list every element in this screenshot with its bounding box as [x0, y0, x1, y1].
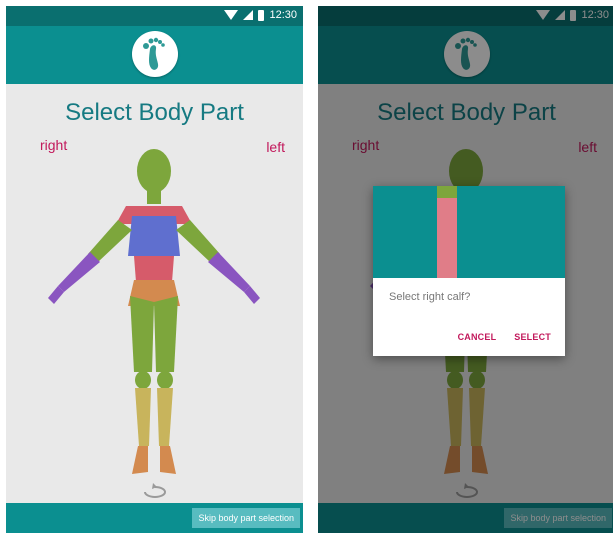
body-part-left-calf[interactable] — [157, 388, 173, 446]
body-part-left-thigh[interactable] — [154, 296, 178, 372]
body-part-abdomen[interactable] — [134, 256, 174, 282]
calf-preview-knee — [437, 186, 457, 198]
body-part-left-foot[interactable] — [160, 446, 176, 474]
confirm-dialog: Select right calf? CANCEL SELECT — [373, 186, 565, 356]
signal-icon — [243, 10, 254, 20]
body-part-left-forearm[interactable] — [208, 252, 250, 292]
dialog-actions: CANCEL SELECT — [458, 332, 551, 342]
body-part-chest[interactable] — [128, 216, 180, 256]
body-part-right-calf[interactable] — [135, 388, 151, 446]
calf-preview-highlight — [437, 186, 457, 278]
body-part-left-knee[interactable] — [157, 371, 173, 389]
status-icons: 12:30 — [224, 9, 297, 21]
dialog-preview-image — [373, 186, 565, 278]
body-part-neck[interactable] — [147, 190, 161, 204]
wifi-icon — [224, 10, 239, 20]
bottom-bar: Skip body part selection — [6, 503, 303, 533]
body-part-right-upper-arm[interactable] — [88, 220, 132, 262]
body-part-right-thigh[interactable] — [130, 296, 154, 372]
battery-icon — [258, 9, 265, 21]
select-button[interactable]: SELECT — [514, 332, 551, 342]
dialog-message: Select right calf? — [389, 291, 471, 303]
body-part-head[interactable] — [137, 149, 171, 193]
footprint-logo-icon — [131, 31, 178, 77]
cancel-button[interactable]: CANCEL — [458, 332, 497, 342]
body-part-right-forearm[interactable] — [58, 252, 100, 292]
body-part-left-upper-arm[interactable] — [176, 220, 220, 262]
body-part-right-foot[interactable] — [132, 446, 148, 474]
skip-body-part-selection-button[interactable]: Skip body part selection — [192, 508, 300, 528]
phone-screen-select-body-part: 12:30 Select Body Part right left Skip b… — [6, 6, 303, 533]
rotate-icon[interactable] — [141, 482, 169, 500]
status-time: 12:30 — [269, 9, 297, 21]
body-part-right-knee[interactable] — [135, 371, 151, 389]
app-bar — [6, 26, 303, 84]
page-title: Select Body Part — [65, 99, 244, 126]
phone-screen-confirm-dialog: 12:30 Select Body Part right left Skip b… — [318, 6, 613, 533]
calf-preview — [437, 186, 457, 278]
status-bar: 12:30 — [6, 6, 303, 26]
body-model — [48, 149, 260, 474]
